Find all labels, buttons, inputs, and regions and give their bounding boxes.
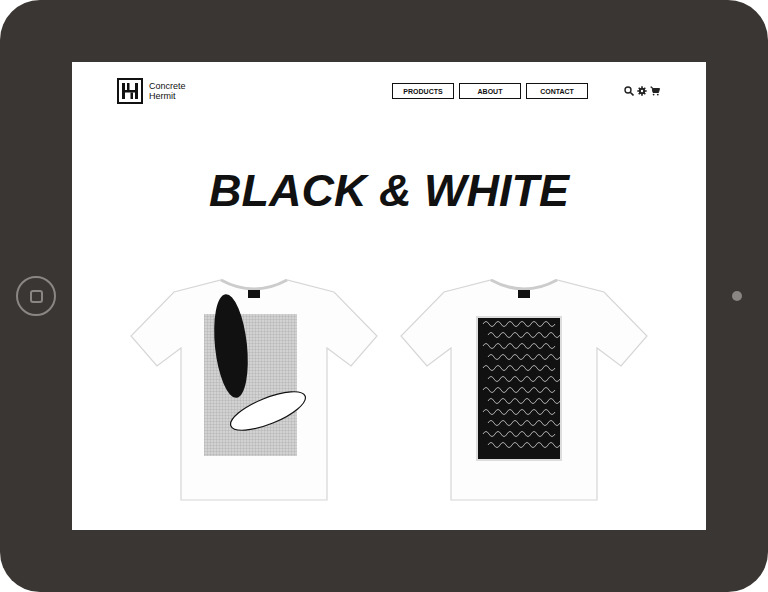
tshirt-product[interactable] — [129, 274, 379, 504]
home-button[interactable] — [16, 276, 56, 316]
cart-icon[interactable] — [650, 86, 660, 96]
hero-title: BLACK & WHITE — [72, 166, 706, 216]
nav-button[interactable]: CONTACT — [526, 83, 588, 99]
nav-button[interactable]: ABOUT — [459, 83, 521, 99]
logo[interactable]: ConcreteHermit — [117, 78, 186, 104]
toolbar — [624, 86, 660, 96]
product-grid — [72, 274, 706, 504]
logo-mark-icon — [117, 78, 143, 104]
nav-button[interactable]: PRODUCTS — [392, 83, 454, 99]
site-header: ConcreteHermit PRODUCTS ABOUT CONTACT — [72, 62, 706, 104]
tablet-frame: ConcreteHermit PRODUCTS ABOUT CONTACT BLACK … — [0, 0, 768, 592]
home-square-icon — [30, 290, 43, 303]
main-nav: PRODUCTS ABOUT CONTACT — [392, 83, 588, 99]
sensor-dot — [732, 291, 742, 301]
search-icon[interactable] — [624, 86, 634, 96]
screen: ConcreteHermit PRODUCTS ABOUT CONTACT BLACK … — [72, 62, 706, 530]
gear-icon[interactable] — [637, 86, 647, 96]
logo-text: ConcreteHermit — [149, 81, 186, 101]
tshirt-product[interactable] — [399, 274, 649, 504]
